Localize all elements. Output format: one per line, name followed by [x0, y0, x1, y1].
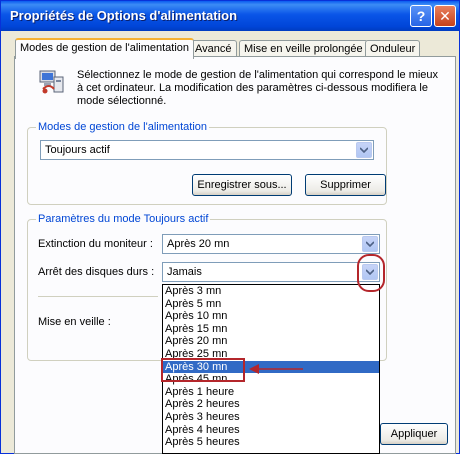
power-schemes-icon — [37, 67, 67, 97]
list-item[interactable]: Après 1 heure — [163, 386, 379, 399]
standby-label: Mise en veille : — [38, 316, 111, 328]
list-item[interactable]: Après 2 heures — [163, 398, 379, 411]
schemes-group-legend: Modes de gestion de l'alimentation — [36, 121, 210, 133]
settings-group-legend: Paramètres du mode Toujours actif — [36, 213, 211, 225]
tab-power-schemes[interactable]: Modes de gestion de l'alimentation — [15, 38, 195, 59]
chevron-down-icon[interactable] — [362, 236, 378, 252]
list-item[interactable]: Après 10 mn — [163, 310, 379, 323]
list-item[interactable]: Après 4 heures — [163, 424, 379, 437]
list-item[interactable]: Après 5 heures — [163, 436, 379, 449]
title-bar[interactable]: Propriétés de Options d'alimentation ? ✕ — [1, 1, 459, 31]
annotation-highlight-rect — [161, 358, 245, 382]
save-as-button[interactable]: Enregistrer sous... — [192, 174, 292, 196]
annotation-arrow-icon — [249, 364, 303, 374]
list-item[interactable]: Après 15 mn — [163, 323, 379, 336]
power-scheme-select[interactable]: Toujours actif — [40, 140, 374, 160]
apply-button[interactable]: Appliquer — [380, 423, 448, 445]
monitor-label: Extinction du moniteur : — [38, 238, 153, 250]
close-button[interactable]: ✕ — [434, 5, 456, 27]
list-item[interactable]: Après 20 mn — [163, 335, 379, 348]
help-button[interactable]: ? — [410, 5, 432, 27]
intro-text: Sélectionnez le mode de gestion de l'ali… — [77, 69, 439, 107]
list-item[interactable]: Après 3 mn — [163, 285, 379, 298]
list-item[interactable]: Après 3 heures — [163, 411, 379, 424]
monitor-off-value: Après 20 mn — [167, 238, 230, 250]
disks-label: Arrêt des disques durs : — [38, 266, 155, 278]
chevron-down-icon[interactable] — [356, 142, 372, 158]
hard-disks-select[interactable]: Jamais — [162, 262, 380, 282]
power-scheme-value: Toujours actif — [45, 144, 110, 156]
annotation-highlight-oval — [357, 254, 385, 292]
monitor-off-select[interactable]: Après 20 mn — [162, 234, 380, 254]
delete-button[interactable]: Supprimer — [305, 174, 386, 196]
hard-disks-value: Jamais — [167, 266, 202, 278]
schemes-group: Modes de gestion de l'alimentation Toujo… — [27, 121, 387, 205]
list-item[interactable]: Après 5 mn — [163, 298, 379, 311]
window-title: Propriétés de Options d'alimentation — [10, 8, 238, 23]
separator — [38, 296, 158, 297]
